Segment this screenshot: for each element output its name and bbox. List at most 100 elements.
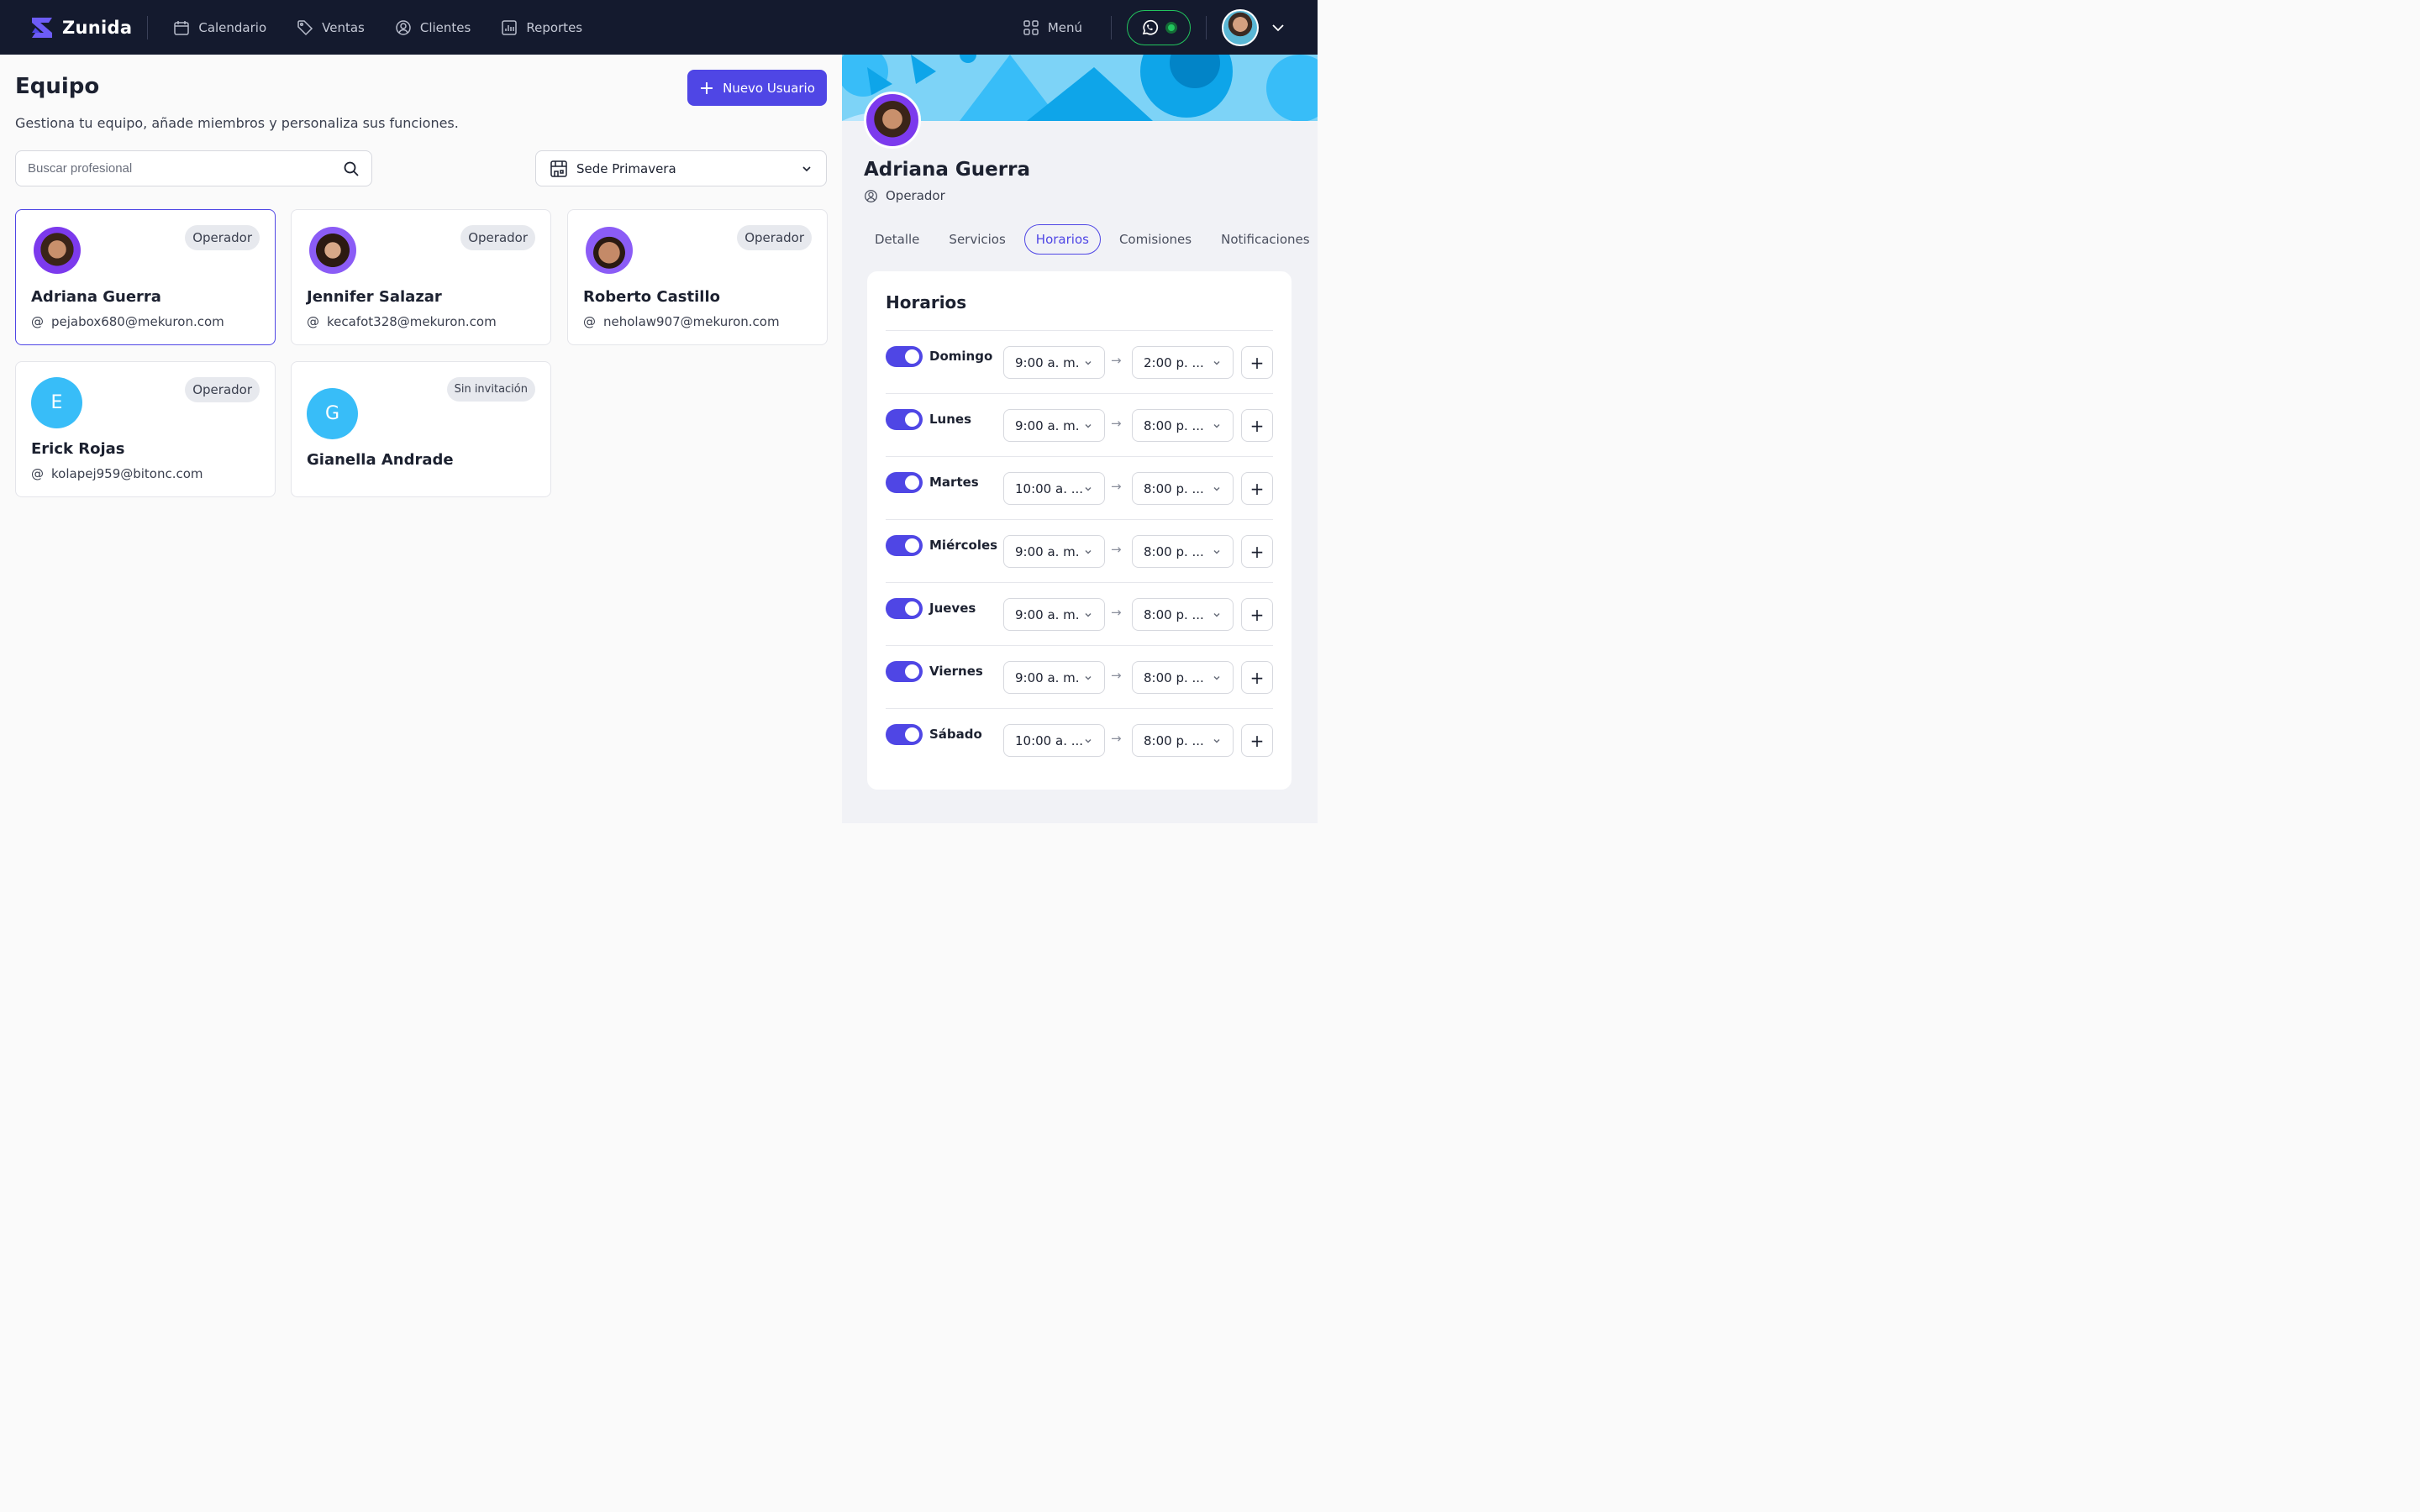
- member-name: Roberto Castillo: [583, 288, 720, 306]
- avatar-initial: G: [307, 388, 358, 439]
- chevron-down-icon: [1085, 738, 1092, 743]
- chevron-down-icon[interactable]: [1270, 20, 1286, 35]
- nav-item-ventas[interactable]: Ventas: [297, 19, 365, 36]
- start-time-select[interactable]: 9:00 a. m.: [1003, 346, 1105, 379]
- end-time-select[interactable]: 2:00 p. ...: [1132, 346, 1234, 379]
- schedule-row: Viernes 9:00 a. m. → 8:00 p. ... +: [886, 645, 1273, 708]
- chevron-down-icon: [1213, 675, 1220, 680]
- avatar-initial: E: [31, 377, 82, 428]
- add-time-slot-button[interactable]: +: [1241, 598, 1273, 631]
- nav-label: Ventas: [322, 19, 365, 35]
- user-avatar[interactable]: [1222, 8, 1259, 46]
- add-time-slot-button[interactable]: +: [1241, 346, 1273, 379]
- search-icon[interactable]: [343, 160, 360, 177]
- email-text: neholaw907@mekuron.com: [603, 314, 780, 329]
- day-toggle[interactable]: [886, 409, 923, 430]
- at-icon: @: [31, 466, 44, 481]
- chevron-down-icon: [802, 165, 811, 171]
- day-toggle[interactable]: [886, 472, 923, 493]
- nav-item-reportes[interactable]: Reportes: [501, 19, 582, 36]
- arrow-right-icon: →: [1111, 731, 1122, 746]
- plus-icon: +: [1249, 478, 1265, 499]
- day-toggle[interactable]: [886, 724, 923, 745]
- end-time-select[interactable]: 8:00 p. ...: [1132, 472, 1234, 505]
- member-name: Erick Rojas: [31, 440, 125, 458]
- tag-icon: [297, 19, 313, 35]
- end-time-value: 8:00 p. ...: [1144, 732, 1204, 748]
- chevron-down-icon: [1085, 675, 1092, 680]
- plus-icon: +: [1249, 730, 1265, 751]
- day-toggle[interactable]: [886, 346, 923, 367]
- schedule-row: Martes 10:00 a. ... → 8:00 p. ... +: [886, 456, 1273, 519]
- plus-icon: +: [1249, 604, 1265, 625]
- member-card[interactable]: Operador Jennifer Salazar @ kecafot328@m…: [291, 209, 551, 345]
- divider: [1206, 15, 1207, 39]
- member-card[interactable]: Operador Adriana Guerra @ pejabox680@mek…: [15, 209, 276, 345]
- end-time-select[interactable]: 8:00 p. ...: [1132, 409, 1234, 442]
- add-time-slot-button[interactable]: +: [1241, 472, 1273, 505]
- day-label: Jueves: [929, 601, 976, 616]
- day-toggle[interactable]: [886, 661, 923, 682]
- arrow-right-icon: →: [1111, 416, 1122, 431]
- sede-label: Sede Primavera: [576, 160, 676, 176]
- at-icon: @: [307, 314, 319, 329]
- avatar: [309, 227, 356, 274]
- start-time-select[interactable]: 9:00 a. m.: [1003, 598, 1105, 631]
- day-label: Viernes: [929, 664, 983, 679]
- add-time-slot-button[interactable]: +: [1241, 661, 1273, 694]
- start-time-select[interactable]: 9:00 a. m.: [1003, 661, 1105, 694]
- member-card[interactable]: E Operador Erick Rojas @ kolapej959@bito…: [15, 361, 276, 497]
- nav-item-calendario[interactable]: Calendario: [173, 19, 266, 36]
- profile-panel: Adriana Guerra Operador Detalle Servicio…: [842, 55, 1318, 823]
- tab-servicios[interactable]: Servicios: [938, 225, 1016, 254]
- add-time-slot-button[interactable]: +: [1241, 535, 1273, 568]
- end-time-select[interactable]: 8:00 p. ...: [1132, 724, 1234, 757]
- chevron-down-icon: [1085, 360, 1092, 365]
- menu-button[interactable]: Menú: [1023, 19, 1082, 36]
- chevron-down-icon: [1213, 486, 1220, 491]
- day-toggle[interactable]: [886, 535, 923, 556]
- schedule-row: Domingo 9:00 a. m. → 2:00 p. ... +: [886, 330, 1273, 393]
- brand-logo[interactable]: Zunida: [29, 14, 132, 41]
- arrow-right-icon: →: [1111, 353, 1122, 368]
- brand-name: Zunida: [62, 17, 133, 38]
- add-time-slot-button[interactable]: +: [1241, 724, 1273, 757]
- plus-icon: +: [1249, 667, 1265, 688]
- new-user-button[interactable]: Nuevo Usuario: [687, 70, 827, 106]
- tab-horarios[interactable]: Horarios: [1023, 224, 1101, 255]
- divider: [1111, 15, 1112, 39]
- whatsapp-status-button[interactable]: [1127, 9, 1191, 45]
- start-time-select[interactable]: 10:00 a. ...: [1003, 724, 1105, 757]
- plus-icon: +: [1249, 415, 1265, 436]
- sede-select[interactable]: Sede Primavera: [535, 150, 827, 186]
- search-input[interactable]: [28, 161, 313, 176]
- tab-detalle[interactable]: Detalle: [864, 225, 930, 254]
- end-time-select[interactable]: 8:00 p. ...: [1132, 661, 1234, 694]
- tab-comisiones[interactable]: Comisiones: [1108, 225, 1202, 254]
- add-time-slot-button[interactable]: +: [1241, 409, 1273, 442]
- chevron-down-icon: [1085, 612, 1092, 617]
- day-label: Martes: [929, 475, 979, 490]
- end-time-select[interactable]: 8:00 p. ...: [1132, 598, 1234, 631]
- schedule-row: Lunes 9:00 a. m. → 8:00 p. ... +: [886, 393, 1273, 456]
- role-badge: Operador: [185, 225, 260, 250]
- day-toggle[interactable]: [886, 598, 923, 619]
- chevron-down-icon: [1213, 423, 1220, 428]
- end-time-select[interactable]: 8:00 p. ...: [1132, 535, 1234, 568]
- day-label: Miércoles: [929, 538, 998, 553]
- start-time-select[interactable]: 9:00 a. m.: [1003, 535, 1105, 568]
- arrow-right-icon: →: [1111, 668, 1122, 683]
- tab-notificaciones[interactable]: Notificaciones: [1210, 225, 1318, 254]
- page-title: Equipo: [15, 74, 100, 99]
- member-name: Adriana Guerra: [31, 288, 161, 306]
- start-time-value: 9:00 a. m.: [1015, 417, 1080, 433]
- avatar: [586, 227, 633, 274]
- start-time-select[interactable]: 10:00 a. ...: [1003, 472, 1105, 505]
- nav-label: Reportes: [526, 19, 583, 35]
- nav-item-clientes[interactable]: Clientes: [395, 19, 471, 36]
- member-card[interactable]: G Sin invitación Gianella Andrade: [291, 361, 551, 497]
- end-time-value: 8:00 p. ...: [1144, 606, 1204, 622]
- member-card[interactable]: Operador Roberto Castillo @ neholaw907@m…: [567, 209, 828, 345]
- arrow-right-icon: →: [1111, 479, 1122, 494]
- start-time-select[interactable]: 9:00 a. m.: [1003, 409, 1105, 442]
